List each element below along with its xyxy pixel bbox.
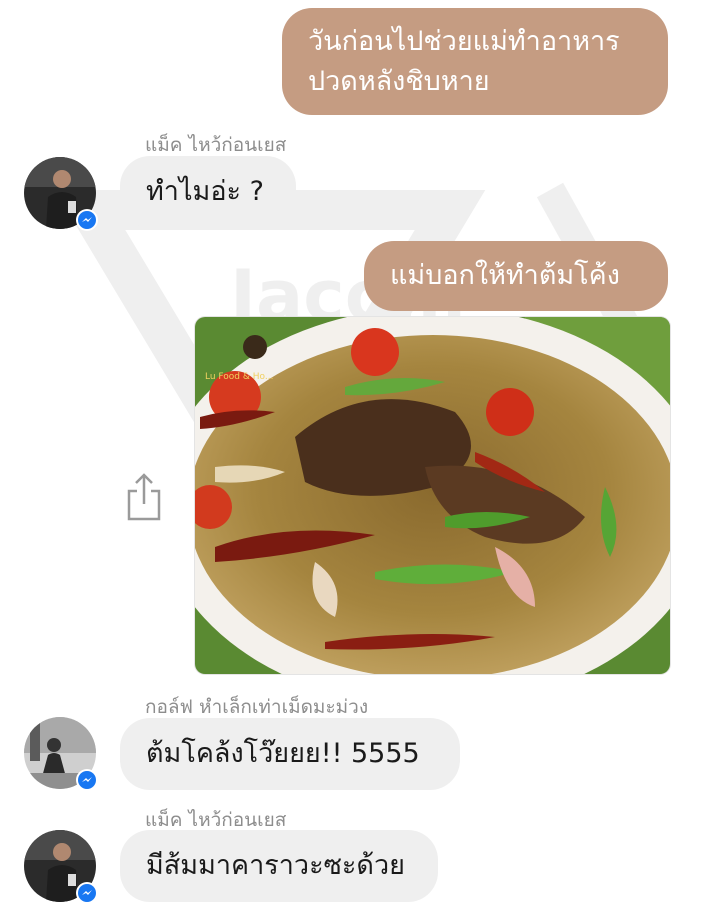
outgoing-message-bubble[interactable]: วันก่อนไปช่วยแม่ทำอาหาร ปวดหลังชิบหาย <box>282 8 668 115</box>
food-photo-message[interactable]: Lu Food & Ho... <box>195 317 670 674</box>
tom-khlong-photo: Lu Food & Ho... <box>195 317 670 674</box>
avatar[interactable] <box>24 717 98 791</box>
share-icon[interactable] <box>124 472 164 522</box>
incoming-message-bubble[interactable]: ทำไมอ่ะ ? <box>120 156 296 228</box>
incoming-message-bubble[interactable]: มีส้มมาคาราวะซะด้วย <box>120 830 438 902</box>
messenger-badge-icon <box>76 769 98 791</box>
avatar[interactable] <box>24 157 98 231</box>
message-text: ต้มโคล้งโว๊ยยย!! 5555 <box>146 738 420 769</box>
outgoing-message-bubble[interactable]: แม่บอกให้ทำต้มโค้ง <box>364 241 668 311</box>
incoming-message-bubble[interactable]: ต้มโคล้งโว๊ยยย!! 5555 <box>120 718 460 790</box>
message-text: มีส้มมาคาราวะซะด้วย <box>146 850 405 881</box>
messenger-badge-icon <box>76 209 98 231</box>
photo-watermark-caption: Lu Food & Ho... <box>205 372 273 382</box>
message-text: แม่บอกให้ทำต้มโค้ง <box>390 260 620 291</box>
avatar[interactable] <box>24 830 98 904</box>
message-text: ทำไมอ่ะ ? <box>146 176 264 207</box>
messenger-badge-icon <box>76 882 98 904</box>
message-text: วันก่อนไปช่วยแม่ทำอาหาร ปวดหลังชิบหาย <box>308 25 620 97</box>
